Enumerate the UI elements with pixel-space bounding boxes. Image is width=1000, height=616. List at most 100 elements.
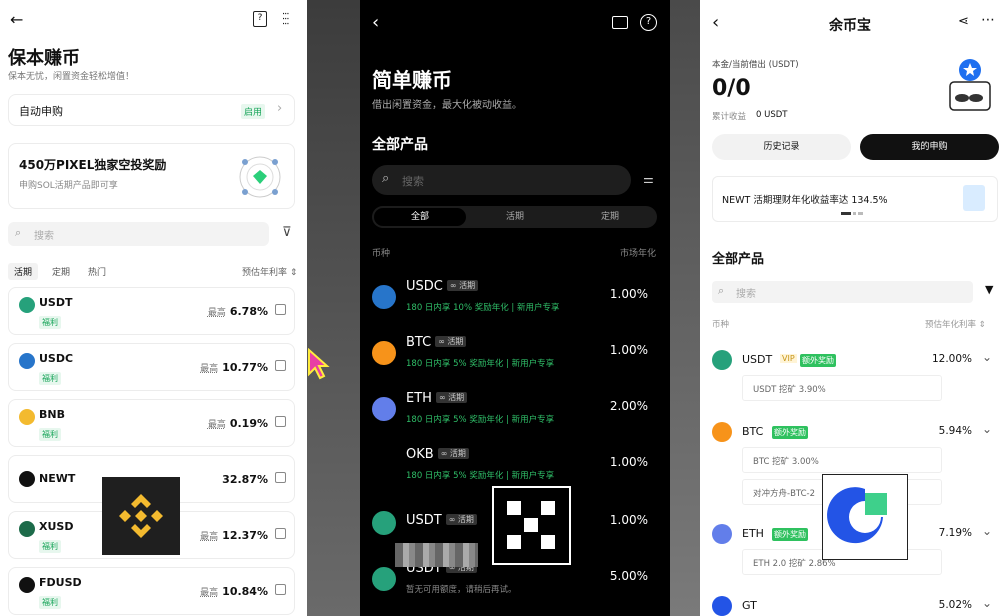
sort-apr[interactable]: 预估年利率 ⇕ <box>242 265 297 278</box>
coin-symbol: GT <box>742 599 757 612</box>
product-row[interactable]: USDT 福利 最高 6.78% <box>8 287 295 335</box>
more-icon[interactable]: ⋯ <box>981 12 995 28</box>
product-row[interactable]: USDT VIP 额外奖励 12.00% ⌄ <box>712 350 994 372</box>
earn-value: 0 USDT <box>756 110 788 120</box>
earn-label: 累计收益 <box>712 112 747 122</box>
apr-value: 最高 6.78% <box>208 305 268 318</box>
auto-subscribe-label: 自动申购 <box>19 105 63 118</box>
tab-current[interactable]: 活期 <box>8 263 39 280</box>
tab-all[interactable]: 全部 <box>374 208 466 226</box>
coin-symbol: USDC <box>39 352 74 365</box>
settings-sliders-icon[interactable]: ⚌ <box>643 172 654 186</box>
coin-symbol: USDT ∞ 活期 <box>406 513 477 528</box>
chart-icon[interactable] <box>275 360 286 371</box>
coin-symbol: BTC ∞ 活期 <box>406 335 467 350</box>
chart-icon[interactable] <box>275 472 286 483</box>
product-row[interactable]: BNB 福利 最高 0.19% <box>8 399 295 447</box>
apr-prefix: 最高 <box>207 420 226 430</box>
ticket-icon[interactable] <box>612 16 628 29</box>
chart-icon[interactable] <box>275 304 286 315</box>
bonus-tag: 额外奖励 <box>772 426 808 439</box>
product-row[interactable]: BTC 额外奖励 5.94% ⌄ <box>712 422 994 444</box>
apr-rate: 10.84% <box>222 585 268 598</box>
product-row[interactable]: GT 5.02% ⌄ <box>712 596 994 616</box>
bonus-tag: 额外奖励 <box>800 354 836 367</box>
help-icon[interactable]: ? <box>640 14 657 31</box>
section-title: 全部产品 <box>712 252 765 267</box>
chevron-down-icon[interactable]: ⌄ <box>982 596 992 610</box>
coin-symbol: USDT <box>742 353 773 366</box>
bonus-tag: 福利 <box>39 316 61 329</box>
apr-value: 12.00% <box>931 353 972 365</box>
search-placeholder: 搜索 <box>736 289 756 300</box>
share-icon[interactable]: ⋖ <box>958 14 969 29</box>
promo-banner[interactable]: NEWT 活期理财年化收益率达 134.5% <box>712 176 998 222</box>
apr-value: 最高 0.19% <box>208 417 268 430</box>
apr-value: 1.00% <box>609 343 648 357</box>
column-coin: 币种 <box>712 320 730 330</box>
promo-desc: 申购SOL活期产品即可享 <box>19 181 118 191</box>
apr-rate: 12.37% <box>222 529 268 542</box>
usdt-coin-icon <box>372 511 396 535</box>
tab-fixed[interactable]: 定期 <box>52 265 70 278</box>
my-subscriptions-button[interactable]: 我的申购 <box>860 134 999 160</box>
help-icon[interactable]: ? <box>253 11 267 27</box>
chevron-down-icon[interactable]: ⌄ <box>982 524 992 538</box>
gt-coin-icon <box>712 596 732 616</box>
airdrop-orbit-icon <box>239 156 281 198</box>
auto-subscribe-status: 启用 <box>241 104 266 119</box>
chevron-down-icon[interactable]: ⌄ <box>982 422 992 436</box>
apr-rate: 6.78% <box>229 305 268 318</box>
apr-value: 1.00% <box>609 287 648 301</box>
promo-text: NEWT 活期理财年化收益率达 134.5% <box>722 195 888 206</box>
product-row[interactable]: USDT ∞ 活期 暂无可用额度，请稍后再试。 5.00% <box>372 559 660 615</box>
chevron-down-icon[interactable]: ⌄ <box>982 350 992 364</box>
product-row[interactable]: USDC 福利 最高 10.77% <box>8 343 295 391</box>
column-coin: 币种 <box>372 249 391 259</box>
filter-icon[interactable]: ⊽ <box>282 225 292 240</box>
symbol-text: USDC <box>406 279 443 294</box>
column-apr: 预估年化利率 ⇕ <box>925 320 986 330</box>
apr-value: 2.00% <box>609 399 648 413</box>
search-input[interactable]: ⌕ 搜索 <box>712 281 973 303</box>
promo-title: 450万PIXEL独家空投奖励 <box>19 158 167 172</box>
apr-value: 1.00% <box>609 513 648 527</box>
apr-prefix: 最高 <box>207 308 226 318</box>
search-input[interactable]: ⌕ 搜索 <box>8 222 269 246</box>
section-title: 全部产品 <box>372 137 428 153</box>
back-chevron-icon[interactable]: ‹ <box>372 12 379 33</box>
bnb-logo-icon <box>119 494 163 538</box>
search-placeholder: 搜索 <box>34 231 54 242</box>
tab-current[interactable]: 活期 <box>469 208 561 226</box>
filter-icon[interactable]: ▼ <box>985 283 993 296</box>
search-icon: ⌕ <box>382 171 390 186</box>
search-input[interactable]: ⌕ 搜索 <box>372 165 631 195</box>
principal-value: 0/0 <box>712 76 751 101</box>
search-icon: ⌕ <box>15 226 22 239</box>
symbol-text: BTC <box>406 335 432 350</box>
promo-card[interactable]: 450万PIXEL独家空投奖励 申购SOL活期产品即可享 <box>8 143 295 209</box>
history-button[interactable]: 历史记录 <box>712 134 851 160</box>
product-row[interactable]: BTC ∞ 活期 180 日内享 5% 奖励年化 | 新用户专享 1.00% <box>372 333 660 389</box>
product-row[interactable]: FDUSD 福利 最高 10.84% <box>8 567 295 615</box>
coin-symbol: USDC ∞ 活期 <box>406 279 479 294</box>
product-row[interactable]: ETH ∞ 活期 180 日内享 5% 奖励年化 | 新用户专享 2.00% <box>372 389 660 445</box>
tab-hot[interactable]: 热门 <box>88 265 106 278</box>
coin-symbol: ETH <box>742 527 764 540</box>
chart-icon[interactable] <box>275 416 286 427</box>
product-row[interactable]: USDC ∞ 活期 180 日内享 10% 奖励年化 | 新用户专享 1.00% <box>372 277 660 333</box>
chart-icon[interactable] <box>275 584 286 595</box>
vault-coins-icon <box>949 59 991 111</box>
promo-subtext: 180 日内享 5% 奖励年化 | 新用户专享 <box>406 415 555 425</box>
tab-fixed[interactable]: 定期 <box>564 208 656 226</box>
chart-icon[interactable] <box>275 528 286 539</box>
okb-coin-icon <box>372 453 396 477</box>
auto-subscribe-row[interactable]: 自动申购 启用 › <box>8 94 295 126</box>
back-arrow-icon[interactable]: ← <box>10 10 23 29</box>
bonus-tag: 额外奖励 <box>772 528 808 541</box>
grid-menu-icon[interactable]: ⋅⋅⋅ ⋅⋅⋅ ⋅⋅⋅ <box>282 10 289 30</box>
coin-symbol: FDUSD <box>39 576 82 589</box>
mining-subrow: BTC 挖矿 3.00% <box>742 447 942 473</box>
term-tag: ∞ 活期 <box>445 514 477 525</box>
apr-value: 1.00% <box>609 455 648 469</box>
